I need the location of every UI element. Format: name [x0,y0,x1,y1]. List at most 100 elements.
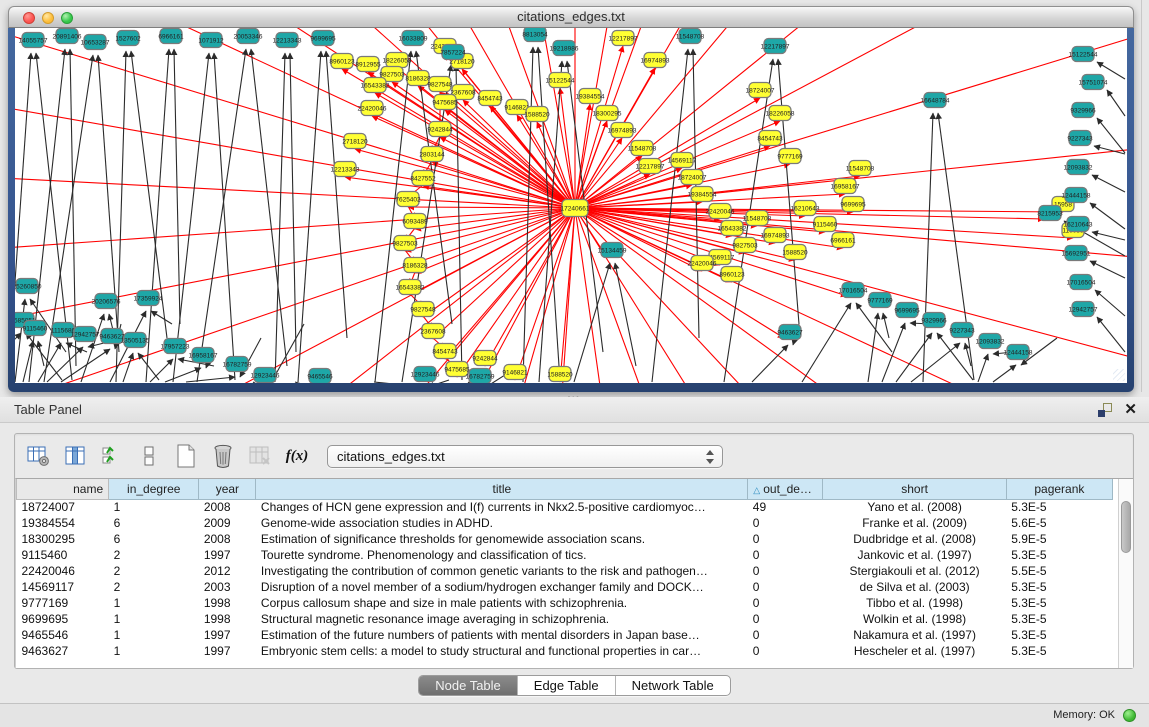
graph-node[interactable]: 16543382 [396,280,425,295]
graph-node[interactable]: 9115460 [813,217,838,232]
table-row[interactable]: 1830029562008Estimation of significance … [17,531,1113,547]
edge-black[interactable] [938,113,974,380]
graph-node[interactable]: 9827548 [427,77,453,92]
edge-black[interactable] [146,49,169,382]
table-cell[interactable]: Investigating the contribution of common… [256,563,748,579]
edge-red[interactable] [575,208,1127,330]
apply-function-icon[interactable]: f(x) [284,443,310,469]
table-cell[interactable]: Disruption of a novel member of a sodium… [256,579,748,595]
graph-node[interactable]: 16974893 [641,53,670,68]
table-cell[interactable]: Changes of HCN gene expression and I(f) … [256,499,748,515]
edge-black[interactable] [290,53,296,352]
graph-node[interactable]: 20053346 [234,29,263,44]
table-cell[interactable]: 18300295 [17,531,109,547]
graph-node[interactable]: 12444158 [1062,188,1091,203]
vertical-scrollbar[interactable] [1118,479,1133,668]
edge-black[interactable] [574,263,610,382]
table-cell[interactable]: 0 [748,563,823,579]
window-resize-grip[interactable] [1113,369,1125,381]
graph-node[interactable]: 15134459 [598,243,627,258]
graph-node[interactable]: 16958167 [831,179,860,194]
table-cell[interactable]: 18724007 [17,499,109,515]
graph-node[interactable]: 8960123 [719,267,745,282]
graph-node[interactable]: 19218986 [550,41,579,56]
edge-black[interactable] [802,303,851,382]
network-canvas[interactable]: 1724066189601238912955182260589827503818… [15,28,1127,383]
graph-node[interactable]: 1588520 [524,107,550,122]
table-cell[interactable]: 9115460 [17,547,109,563]
graph-node[interactable]: 8215953 [1037,206,1063,221]
table-row[interactable]: 946362711997Embryonic stem cells: a mode… [17,643,1113,659]
table-cell[interactable]: Structural magnetic resonance image aver… [256,611,748,627]
table-cell[interactable]: Tibbo et al. (1998) [823,595,1006,611]
graph-node[interactable]: 15751074 [1079,75,1108,90]
table-cell[interactable]: 19384554 [17,515,109,531]
graph-node[interactable]: 9242844 [427,122,453,137]
network-window-titlebar[interactable]: citations_edges.txt [8,6,1134,28]
column-header-out_de[interactable]: △out_de… [748,479,823,499]
table-cell[interactable]: 1 [109,627,199,643]
table-cell[interactable]: 6 [109,515,199,531]
graph-node[interactable]: 14055757 [19,33,48,48]
table-cell[interactable]: 5.3E-5 [1006,643,1112,659]
graph-node[interactable]: 6093489 [402,214,428,229]
graph-node[interactable]: 1527602 [115,31,141,46]
table-cell[interactable]: Estimation of significance thresholds fo… [256,531,748,547]
table-cell[interactable]: 5.9E-5 [1006,531,1112,547]
edge-black[interactable] [868,313,878,382]
table-cell[interactable]: 5.3E-5 [1006,627,1112,643]
table-row[interactable]: 1872400712008Changes of HCN gene express… [17,499,1113,515]
graph-node[interactable]: 18226058 [766,106,795,121]
edge-black[interactable] [1090,203,1125,229]
graph-node[interactable]: 16974893 [761,228,790,243]
edge-black[interactable] [923,113,933,382]
edge-black[interactable] [1092,175,1125,192]
edge-black[interactable] [1097,317,1125,352]
column-header-short[interactable]: short [823,479,1006,499]
table-row[interactable]: 911546021997Tourette syndrome. Phenomeno… [17,547,1113,563]
edge-black[interactable] [1090,261,1125,278]
graph-node[interactable]: 12217897 [636,159,665,174]
graph-node[interactable]: 15692951 [1062,246,1091,261]
edge-black[interactable] [1095,290,1125,316]
graph-node[interactable]: 19384554 [688,187,717,202]
table-cell[interactable]: 14569117 [17,579,109,595]
edge-black[interactable] [752,345,788,382]
table-cell[interactable]: 5.3E-5 [1006,499,1112,515]
graph-node[interactable]: 17016504 [839,283,868,298]
create-table-icon[interactable] [173,443,199,469]
graph-node[interactable]: 9827503 [732,238,758,253]
graph-node[interactable]: 12444158 [1004,345,1033,360]
table-cell[interactable]: 1997 [199,547,256,563]
graph-node[interactable]: 12213343 [331,162,360,177]
graph-node[interactable]: 12923446 [411,367,440,382]
graph-node[interactable]: 9329966 [921,313,947,328]
table-cell[interactable]: 0 [748,547,823,563]
column-checklist-icon[interactable] [99,443,125,469]
edge-black[interactable] [15,299,25,382]
zoom-window-button[interactable] [61,12,73,24]
column-header-title[interactable]: title [256,479,748,499]
graph-node[interactable]: 9329966 [1070,103,1096,118]
tab-edge-table[interactable]: Edge Table [518,676,616,695]
edge-black[interactable] [298,51,321,382]
table-cell[interactable]: Jankovic et al. (1997) [823,547,1006,563]
minimize-window-button[interactable] [42,12,54,24]
graph-node[interactable]: 1071912 [198,33,224,48]
graph-node[interactable]: 18226058 [383,53,412,68]
table-cell[interactable]: 0 [748,531,823,547]
graph-node[interactable]: 18300295 [593,106,622,121]
table-cell[interactable]: Stergiakouli et al. (2012) [823,563,1006,579]
graph-node[interactable]: 9475685 [432,95,458,110]
table-cell[interactable]: 1 [109,499,199,515]
graph-node[interactable]: 22420046 [688,256,717,271]
edge-black[interactable] [123,353,133,382]
graph-node[interactable]: 12093832 [976,334,1005,349]
graph-node[interactable]: 16958167 [189,348,218,363]
table-cell[interactable]: 1 [109,643,199,659]
table-cell[interactable]: 0 [748,643,823,659]
table-cell[interactable]: 2009 [199,515,256,531]
edge-black[interactable] [1107,90,1125,116]
graph-node[interactable]: 16543382 [361,78,390,93]
table-cell[interactable]: 2008 [199,531,256,547]
